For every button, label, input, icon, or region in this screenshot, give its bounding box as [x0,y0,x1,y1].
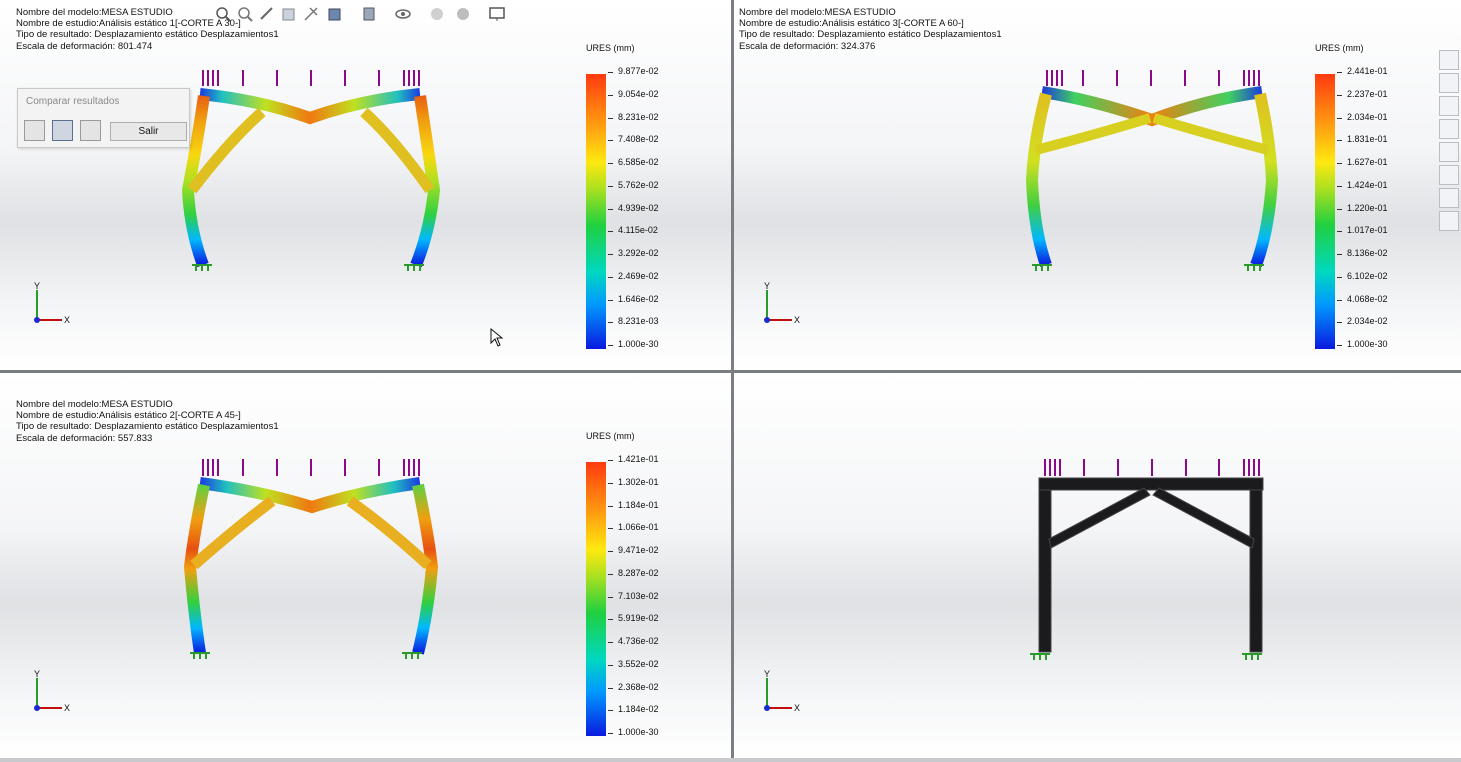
axis-triad: Y X [764,669,800,713]
legend-tick-label: 9.471e-02 [608,545,659,555]
legend-title: URES (mm) [586,43,635,53]
home-icon[interactable] [1439,50,1459,70]
display-style-icon[interactable] [360,5,378,23]
legend-tick-label: 7.408e-02 [608,134,659,145]
dynamic-annotation-icon[interactable] [302,5,320,23]
legend-tick-label: 2.237e-01 [1337,88,1388,99]
viewport-study-1[interactable]: Nombre del modelo:MESA ESTUDIO Nombre de… [0,0,731,370]
color-bar [1315,74,1335,349]
undeformed-table-model[interactable]: Y X [734,373,1461,758]
svg-text:Y: Y [764,281,770,291]
legend-tick-label: 1.000e-30 [1337,339,1388,349]
svg-text:X: X [794,703,800,713]
legend-tick-label: 6.585e-02 [608,157,659,167]
axis-triad: Y X [34,669,70,713]
svg-text:X: X [64,703,70,713]
legend-tick-label: 8.231e-02 [608,111,659,122]
legend-tick-label: 1.424e-01 [1337,179,1388,190]
legend-tick-label: 2.034e-01 [1337,111,1388,122]
file-explorer-icon[interactable] [1439,96,1459,116]
forum-icon[interactable] [1439,211,1459,231]
svg-text:Y: Y [764,669,770,679]
previous-view-icon[interactable] [258,5,276,23]
legend-tick-label: 1.220e-01 [1337,202,1388,213]
legend-tick-label: 1.184e-01 [608,499,659,510]
legend-tick-label: 4.736e-02 [608,636,659,646]
svg-text:X: X [794,315,800,325]
legend-tick-label: 1.000e-30 [608,339,659,349]
legend-tick-label: 8.287e-02 [608,567,659,578]
legend-tick-label: 2.368e-02 [608,681,659,692]
legend-tick-label: 1.017e-01 [1337,225,1388,236]
legend-tick-label: 4.115e-02 [608,225,658,236]
zoom-fit-icon[interactable] [214,5,232,23]
legend-tick-label: 9.054e-02 [608,88,659,99]
view-orientation-icon[interactable] [326,5,344,23]
apply-scene-icon[interactable] [454,5,472,23]
custom-properties-icon[interactable] [1439,165,1459,185]
legend-tick-label: 4.939e-02 [608,202,659,213]
fixture-symbols [192,264,424,271]
svg-text:Y: Y [34,669,40,679]
four-view-button[interactable] [52,120,73,141]
compare-results-dialog: Comparar resultados Salir [17,88,190,148]
viewport-study-3[interactable]: Nombre del modelo:MESA ESTUDIO Nombre de… [734,0,1461,370]
svg-text:X: X [64,315,70,325]
legend-title: URES (mm) [586,431,635,441]
compare-dialog-title: Comparar resultados [26,96,120,107]
legend-tick-label: 7.103e-02 [608,590,659,601]
zoom-area-icon[interactable] [236,5,254,23]
legend-tick-label: 6.102e-02 [1337,270,1388,281]
exit-button[interactable]: Salir [110,122,187,141]
legend-tick-label: 1.831e-01 [1337,134,1388,145]
load-arrows [202,459,420,476]
viewport-model[interactable]: Y X [734,373,1461,758]
appearances-icon[interactable] [1439,142,1459,162]
legend-tick-label: 9.877e-02 [608,66,659,76]
mouse-cursor-icon [490,328,504,347]
edit-appearance-icon[interactable] [428,5,446,23]
legend-tick-label: 1.000e-30 [608,727,659,737]
legend-tick-label: 1.421e-01 [608,454,659,464]
color-bar [586,462,606,736]
single-view-button[interactable] [24,120,45,141]
design-library-icon[interactable] [1439,73,1459,93]
legend-tick-label: 3.292e-02 [608,248,659,258]
svg-text:Y: Y [34,281,40,291]
heads-up-toolbar [214,5,519,25]
legend-tick-label: 8.231e-03 [608,316,659,327]
load-arrows [1044,459,1260,476]
view-palette-icon[interactable] [1439,119,1459,139]
viewport-study-2[interactable]: Nombre del modelo:MESA ESTUDIO Nombre de… [0,373,731,758]
legend-tick-label: 2.469e-02 [608,270,659,281]
legend-tick-label: 1.066e-01 [608,522,659,533]
community-icon[interactable] [1439,188,1459,208]
legend-tick-label: 3.552e-02 [608,658,659,669]
viewport-splitter-horizontal[interactable] [0,370,1461,373]
legend-tick-label: 4.068e-02 [1337,293,1388,304]
legend-tick-label: 2.034e-02 [1337,316,1388,327]
section-view-icon[interactable] [280,5,298,23]
result-image-button[interactable] [80,120,101,141]
load-arrows [202,70,420,86]
axis-triad: Y X [764,281,800,325]
legend-tick-label: 8.136e-02 [1337,248,1388,258]
load-arrows [1046,70,1260,86]
legend-tick-label: 1.184e-02 [608,704,659,715]
legend-tick-label: 5.762e-02 [608,179,659,190]
viewport-splitter-vertical[interactable] [731,0,734,758]
legend-tick-label: 1.646e-02 [608,293,659,304]
study-tabs-strip[interactable] [0,758,1461,762]
axis-triad: Y X [34,281,70,325]
legend-tick-label: 2.441e-01 [1337,66,1388,76]
legend-tick-label: 1.627e-01 [1337,157,1388,167]
legend-title: URES (mm) [1315,43,1364,53]
color-bar [586,74,606,349]
legend-tick-label: 1.302e-01 [608,476,659,487]
view-settings-icon[interactable] [488,5,506,23]
legend-tick-label: 5.919e-02 [608,613,659,624]
task-pane-tabs [1439,50,1459,234]
hide-show-icon[interactable] [394,5,412,23]
